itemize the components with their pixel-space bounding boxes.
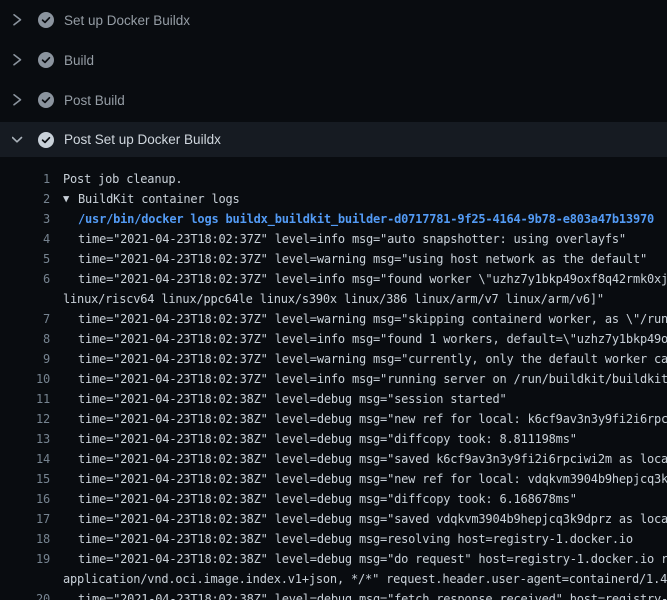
log-line-text: time="2021-04-23T18:02:37Z" level=warnin… (50, 249, 647, 269)
log-line-number[interactable]: 4 (0, 229, 50, 249)
log-line: 1Post job cleanup. (0, 169, 667, 189)
log-line: 9time="2021-04-23T18:02:37Z" level=warni… (0, 349, 667, 369)
log-line-number[interactable]: 3 (0, 209, 50, 229)
log-line-number[interactable]: 18 (0, 529, 50, 549)
log-line: 19time="2021-04-23T18:02:38Z" level=debu… (0, 549, 667, 569)
log-command-text: /usr/bin/docker logs buildx_buildkit_bui… (50, 209, 654, 229)
log-line-number[interactable]: 19 (0, 549, 50, 569)
log-line-text: linux/riscv64 linux/ppc64le linux/s390x … (50, 289, 604, 309)
log-line-number[interactable]: 7 (0, 309, 50, 329)
log-line: 12time="2021-04-23T18:02:38Z" level=debu… (0, 409, 667, 429)
step-label: Post Build (64, 93, 125, 108)
log-line: 8time="2021-04-23T18:02:37Z" level=info … (0, 329, 667, 349)
log-line: 18time="2021-04-23T18:02:38Z" level=debu… (0, 529, 667, 549)
log-line: 11time="2021-04-23T18:02:38Z" level=debu… (0, 389, 667, 409)
log-line-number[interactable]: 1 (0, 169, 50, 189)
log-line: 6time="2021-04-23T18:02:37Z" level=info … (0, 269, 667, 289)
log-line: 7time="2021-04-23T18:02:37Z" level=warni… (0, 309, 667, 329)
log-output: 1Post job cleanup.2▼BuildKit container l… (0, 169, 667, 600)
log-line-number[interactable]: 12 (0, 409, 50, 429)
log-line-number[interactable]: 5 (0, 249, 50, 269)
log-line: 17time="2021-04-23T18:02:38Z" level=debu… (0, 509, 667, 529)
log-group-label: BuildKit container logs (78, 192, 240, 206)
log-line-number[interactable]: 2 (0, 189, 50, 209)
log-line-number[interactable]: 15 (0, 469, 50, 489)
check-circle-icon (38, 92, 54, 108)
log-line-number[interactable]: 9 (0, 349, 50, 369)
log-line-number[interactable]: 17 (0, 509, 50, 529)
check-circle-icon (38, 132, 54, 148)
chevron-right-icon (12, 92, 28, 108)
log-line-text: time="2021-04-23T18:02:38Z" level=debug … (50, 549, 667, 569)
log-line-text: time="2021-04-23T18:02:37Z" level=info m… (50, 369, 667, 389)
log-line-number[interactable]: 6 (0, 269, 50, 289)
log-line-number[interactable]: 14 (0, 449, 50, 469)
log-line-text: Post job cleanup. (50, 169, 182, 189)
chevron-down-icon (12, 132, 28, 148)
steps-list: Set up Docker Buildx Build Post Build Po… (0, 0, 667, 157)
step-header-post-build[interactable]: Post Build (0, 80, 667, 120)
log-line: 20time="2021-04-23T18:02:38Z" level=debu… (0, 589, 667, 600)
log-line-number[interactable]: 8 (0, 329, 50, 349)
log-line-number[interactable]: 11 (0, 389, 50, 409)
log-line-text: time="2021-04-23T18:02:38Z" level=debug … (50, 489, 577, 509)
log-line-text: time="2021-04-23T18:02:38Z" level=debug … (50, 509, 667, 529)
log-line-number[interactable]: 13 (0, 429, 50, 449)
log-line: 5time="2021-04-23T18:02:37Z" level=warni… (0, 249, 667, 269)
step-label: Set up Docker Buildx (64, 13, 190, 28)
log-group-toggle[interactable]: ▼BuildKit container logs (50, 189, 240, 209)
check-circle-icon (38, 12, 54, 28)
log-line-number (0, 569, 50, 589)
log-line: 4time="2021-04-23T18:02:37Z" level=info … (0, 229, 667, 249)
chevron-right-icon (12, 12, 28, 28)
log-line-number[interactable]: 10 (0, 369, 50, 389)
chevron-right-icon (12, 52, 28, 68)
log-line-text: time="2021-04-23T18:02:38Z" level=debug … (50, 449, 667, 469)
log-line: 10time="2021-04-23T18:02:37Z" level=info… (0, 369, 667, 389)
log-line-text: time="2021-04-23T18:02:38Z" level=debug … (50, 529, 633, 549)
log-line-number (0, 289, 50, 309)
log-line: 15time="2021-04-23T18:02:38Z" level=debu… (0, 469, 667, 489)
log-line: 2▼BuildKit container logs (0, 189, 667, 209)
log-line: linux/riscv64 linux/ppc64le linux/s390x … (0, 289, 667, 309)
group-expanded-triangle-icon: ▼ (63, 189, 78, 209)
log-line-text: time="2021-04-23T18:02:38Z" level=debug … (50, 409, 667, 429)
log-line-text: time="2021-04-23T18:02:38Z" level=debug … (50, 389, 507, 409)
step-label: Post Set up Docker Buildx (64, 132, 221, 147)
log-line: 14time="2021-04-23T18:02:38Z" level=debu… (0, 449, 667, 469)
log-line-text: time="2021-04-23T18:02:37Z" level=info m… (50, 329, 667, 349)
log-line: application/vnd.oci.image.index.v1+json,… (0, 569, 667, 589)
log-line-text: time="2021-04-23T18:02:38Z" level=debug … (50, 429, 577, 449)
step-label: Build (64, 53, 94, 68)
log-line: 13time="2021-04-23T18:02:38Z" level=debu… (0, 429, 667, 449)
log-line-number[interactable]: 20 (0, 589, 50, 600)
step-header-post-setup-docker-buildx[interactable]: Post Set up Docker Buildx (0, 122, 667, 157)
log-line: 3/usr/bin/docker logs buildx_buildkit_bu… (0, 209, 667, 229)
log-line: 16time="2021-04-23T18:02:38Z" level=debu… (0, 489, 667, 509)
log-line-text: application/vnd.oci.image.index.v1+json,… (50, 569, 667, 589)
check-circle-icon (38, 52, 54, 68)
log-line-text: time="2021-04-23T18:02:37Z" level=info m… (50, 269, 667, 289)
log-line-text: time="2021-04-23T18:02:38Z" level=debug … (50, 469, 667, 489)
log-line-text: time="2021-04-23T18:02:38Z" level=debug … (50, 589, 667, 600)
log-line-text: time="2021-04-23T18:02:37Z" level=warnin… (50, 309, 667, 329)
step-header-setup-docker-buildx[interactable]: Set up Docker Buildx (0, 0, 667, 40)
log-line-number[interactable]: 16 (0, 489, 50, 509)
log-line-text: time="2021-04-23T18:02:37Z" level=warnin… (50, 349, 667, 369)
log-line-text: time="2021-04-23T18:02:37Z" level=info m… (50, 229, 626, 249)
step-header-build[interactable]: Build (0, 40, 667, 80)
